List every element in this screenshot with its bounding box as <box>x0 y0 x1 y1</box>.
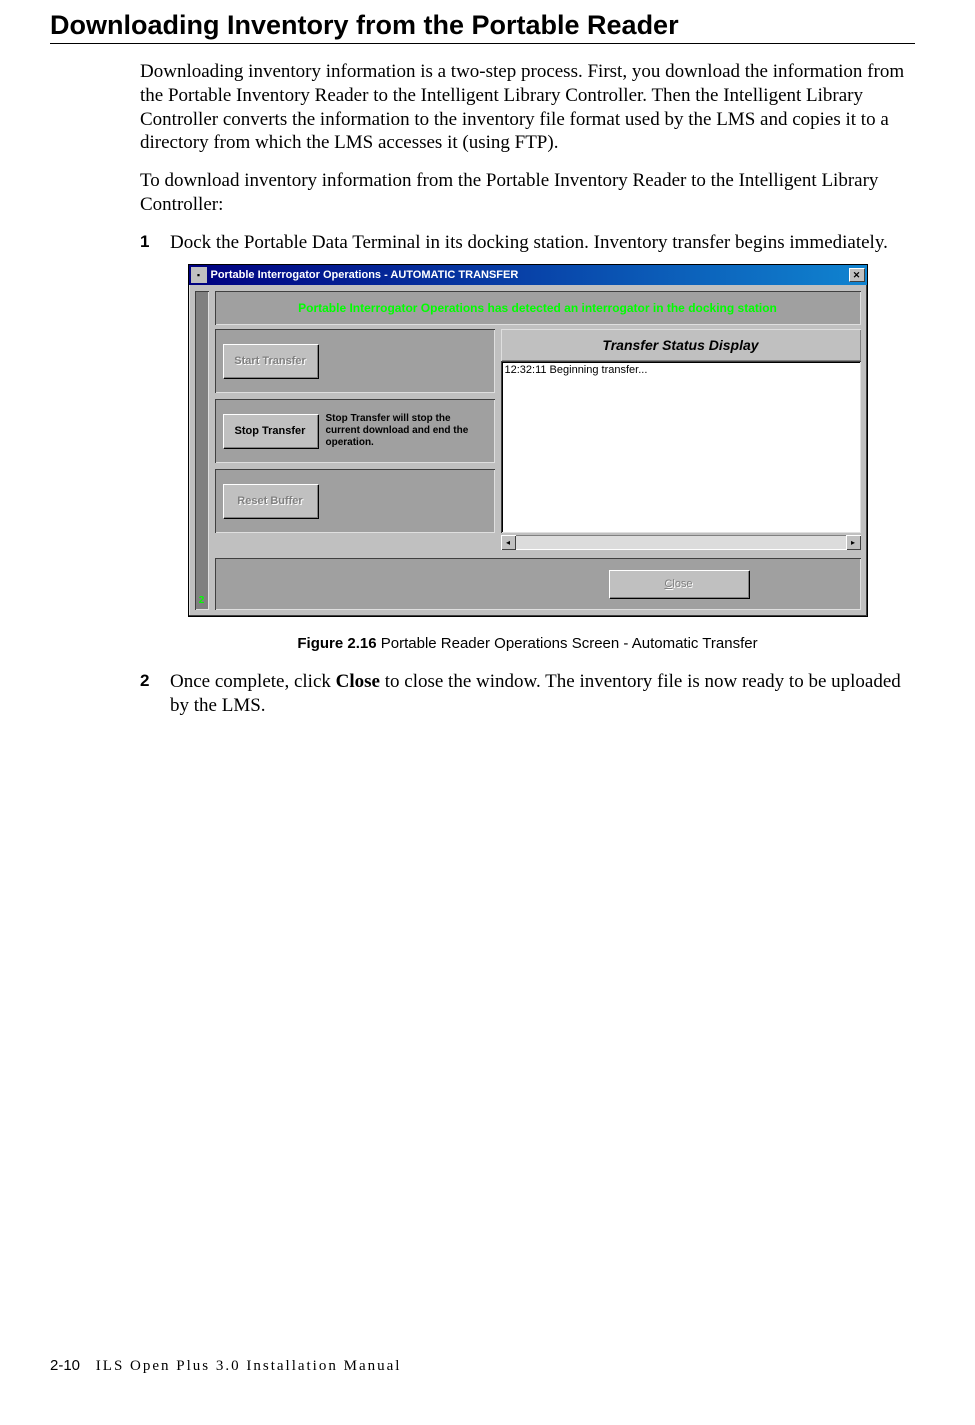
figure-caption-text: Portable Reader Operations Screen - Auto… <box>377 635 758 652</box>
sidebar-strip: 2 <box>195 291 209 610</box>
status-log-textarea[interactable]: 12:32:11 Beginning transfer... <box>501 361 861 533</box>
section-heading: Downloading Inventory from the Portable … <box>50 10 915 44</box>
figure-label: Figure 2.16 <box>297 635 376 652</box>
close-button[interactable]: Close <box>609 570 749 598</box>
stop-transfer-panel: Stop Transfer Stop Transfer will stop th… <box>215 399 495 463</box>
reset-buffer-button[interactable]: Reset Buffer <box>223 484 318 518</box>
page-footer: 2-10 ILS Open Plus 3.0 Installation Manu… <box>50 1357 401 1375</box>
status-log-line: 12:32:11 Beginning transfer... <box>505 364 648 376</box>
close-icon[interactable]: ✕ <box>849 268 865 282</box>
detection-banner: Portable Interrogator Operations has det… <box>215 291 861 325</box>
reset-buffer-panel: Reset Buffer <box>215 469 495 533</box>
intro-paragraph-2: To download inventory information from t… <box>140 169 915 217</box>
titlebar[interactable]: ▪ Portable Interrogator Operations - AUT… <box>189 265 867 285</box>
scroll-left-icon[interactable]: ◂ <box>501 535 516 550</box>
status-header: Transfer Status Display <box>501 329 861 361</box>
stop-transfer-button[interactable]: Stop Transfer <box>223 414 318 448</box>
scroll-right-icon[interactable]: ▸ <box>846 535 861 550</box>
intro-paragraph-1: Downloading inventory information is a t… <box>140 60 915 155</box>
scroll-track[interactable] <box>516 535 846 550</box>
procedure-list: 1 Dock the Portable Data Terminal in its… <box>140 231 915 255</box>
page-number: 2-10 <box>50 1357 80 1374</box>
procedure-list-cont: 2 Once complete, click Close to close th… <box>140 670 915 718</box>
start-transfer-panel: Start Transfer <box>215 329 495 393</box>
list-item: 2 Once complete, click Close to close th… <box>140 670 915 718</box>
step-number: 2 <box>140 670 170 718</box>
step-text: Dock the Portable Data Terminal in its d… <box>170 231 915 255</box>
start-transfer-button[interactable]: Start Transfer <box>223 344 318 378</box>
system-icon: ▪ <box>191 267 207 283</box>
sidebar-char: 2 <box>199 595 205 606</box>
stop-transfer-description: Stop Transfer will stop the current down… <box>326 413 487 449</box>
step-number: 1 <box>140 231 170 255</box>
footer-title: ILS Open Plus 3.0 Installation Manual <box>96 1358 402 1374</box>
dialog-window: ▪ Portable Interrogator Operations - AUT… <box>188 264 868 617</box>
figure-caption: Figure 2.16 Portable Reader Operations S… <box>140 635 915 652</box>
window-title: Portable Interrogator Operations - AUTOM… <box>211 269 849 281</box>
list-item: 1 Dock the Portable Data Terminal in its… <box>140 231 915 255</box>
bottom-button-bar: Close <box>215 558 861 610</box>
horizontal-scrollbar[interactable]: ◂ ▸ <box>501 535 861 550</box>
figure-screenshot: ▪ Portable Interrogator Operations - AUT… <box>140 264 915 617</box>
step-text: Once complete, click Close to close the … <box>170 670 915 718</box>
